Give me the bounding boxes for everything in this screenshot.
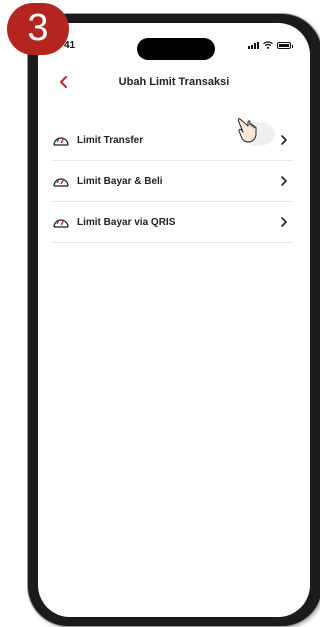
speedometer-icon — [53, 137, 69, 146]
step-badge: 3 — [7, 3, 69, 55]
step-number: 3 — [27, 7, 49, 49]
menu-item-limit-qris[interactable]: Limit Bayar via QRIS — [52, 202, 293, 243]
wifi-icon — [263, 41, 273, 49]
page-title: Ubah Limit Transaksi — [118, 76, 230, 88]
battery-icon — [277, 42, 293, 49]
menu-item-label: Limit Bayar & Beli — [77, 175, 163, 187]
speedometer-icon — [53, 178, 69, 187]
status-icons — [248, 41, 293, 49]
dynamic-island — [137, 38, 215, 60]
chevron-right-icon — [281, 135, 287, 145]
app-header: Ubah Limit Transaksi — [38, 71, 310, 97]
menu-item-label: Limit Bayar via QRIS — [77, 216, 176, 228]
menu-item-limit-bayar-beli[interactable]: Limit Bayar & Beli — [52, 161, 293, 202]
menu-item-label: Limit Transfer — [77, 134, 144, 146]
chevron-right-icon — [281, 176, 287, 186]
chevron-right-icon — [281, 217, 287, 227]
signal-icon — [248, 42, 259, 49]
speedometer-icon — [53, 219, 69, 228]
tap-hand-icon — [237, 118, 275, 146]
